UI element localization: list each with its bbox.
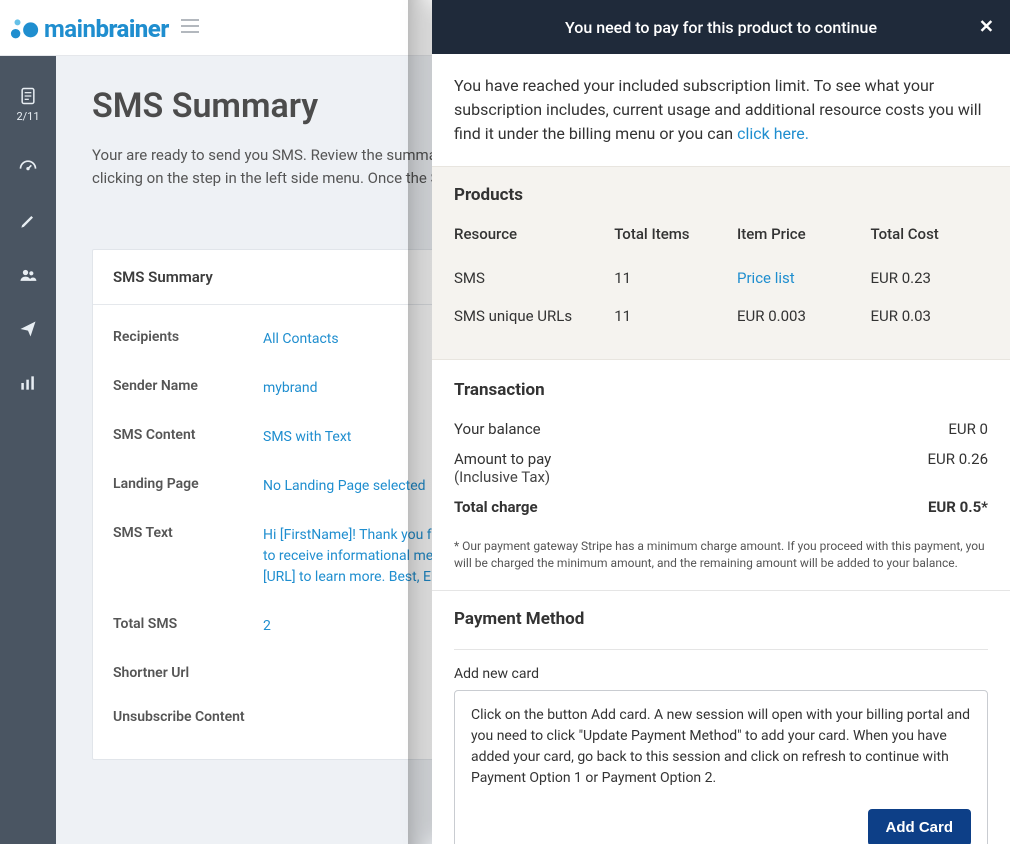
balance-label: Your balance [454, 420, 541, 438]
tx-row-amount: Amount to pay (Inclusive Tax) EUR 0.26 [454, 444, 988, 492]
cell-resource: SMS unique URLs [454, 297, 614, 335]
tx-row-balance: Your balance EUR 0 [454, 414, 988, 444]
payment-heading: Payment Method [454, 609, 988, 629]
modal-title: You need to pay for this product to cont… [565, 18, 877, 37]
bar-chart-icon [18, 373, 38, 393]
logo[interactable]: mainbrainer [10, 13, 169, 43]
value-landing[interactable]: No Landing Page selected [263, 476, 426, 497]
modal-header: You need to pay for this product to cont… [432, 0, 1010, 54]
col-resource: Resource [454, 219, 614, 259]
product-row: SMS 11 Price list EUR 0.23 [454, 259, 988, 297]
sidebar-item-send[interactable] [0, 319, 56, 339]
sidebar-item-edit[interactable] [0, 211, 56, 231]
price-list-link[interactable]: Price list [737, 269, 795, 287]
value-content[interactable]: SMS with Text [263, 427, 351, 448]
label-total: Total SMS [113, 616, 263, 637]
products-table: Resource Total Items Item Price Total Co… [454, 219, 988, 335]
cell-items: 11 [614, 259, 737, 297]
cell-items: 11 [614, 297, 737, 335]
notice-text: You have reached your included subscript… [454, 76, 982, 143]
tx-row-total: Total charge EUR 0.5* [454, 492, 988, 522]
pencil-icon [18, 211, 38, 231]
add-card-box: Click on the button Add card. A new sess… [454, 690, 988, 844]
paper-plane-icon [18, 319, 38, 339]
sidebar-step-progress[interactable]: 2/11 [0, 86, 56, 123]
balance-value: EUR 0 [948, 420, 988, 438]
value-sender[interactable]: mybrand [263, 378, 317, 399]
col-cost: Total Cost [871, 219, 989, 259]
cell-price: EUR 0.003 [737, 297, 871, 335]
label-recipients: Recipients [113, 329, 263, 350]
label-sender: Sender Name [113, 378, 263, 399]
products-block: Products Resource Total Items Item Price… [432, 166, 1010, 360]
value-total[interactable]: 2 [263, 616, 271, 637]
modal-notice: You have reached your included subscript… [432, 54, 1010, 166]
payment-block: Payment Method Add new card Click on the… [432, 591, 1010, 844]
products-heading: Products [454, 185, 988, 205]
amount-value: EUR 0.26 [928, 450, 988, 486]
modal-close-button[interactable]: ✕ [979, 17, 994, 38]
sidebar-item-contacts[interactable] [0, 265, 56, 285]
left-sidebar: 2/11 [0, 56, 56, 844]
menu-icon[interactable] [181, 19, 199, 37]
sidebar-item-dashboard[interactable] [0, 157, 56, 177]
label-text: SMS Text [113, 525, 263, 588]
total-value: EUR 0.5* [928, 498, 988, 516]
label-landing: Landing Page [113, 476, 263, 497]
total-label: Total charge [454, 498, 538, 516]
cell-resource: SMS [454, 259, 614, 297]
logo-text: mainbrainer [44, 15, 169, 43]
value-recipients[interactable]: All Contacts [263, 329, 339, 350]
product-row: SMS unique URLs 11 EUR 0.003 EUR 0.03 [454, 297, 988, 335]
label-content: SMS Content [113, 427, 263, 448]
col-items: Total Items [614, 219, 737, 259]
transaction-heading: Transaction [454, 380, 988, 400]
cell-cost: EUR 0.03 [871, 297, 989, 335]
gauge-icon [18, 157, 38, 177]
add-card-button[interactable]: Add Card [868, 809, 972, 844]
logo-mark-icon [10, 13, 40, 43]
sidebar-progress-label: 2/11 [16, 110, 39, 123]
sidebar-item-reports[interactable] [0, 373, 56, 393]
add-new-card-label: Add new card [454, 649, 988, 682]
col-price: Item Price [737, 219, 871, 259]
payment-modal: You need to pay for this product to cont… [432, 0, 1010, 844]
cell-cost: EUR 0.23 [871, 259, 989, 297]
amount-label: Amount to pay [454, 450, 551, 468]
add-card-text: Click on the button Add card. A new sess… [471, 705, 971, 789]
label-shortner: Shortner Url [113, 665, 263, 681]
label-unsub: Unsubscribe Content [113, 709, 263, 725]
modal-body: You have reached your included subscript… [432, 54, 1010, 844]
users-icon [18, 265, 38, 285]
amount-sublabel: (Inclusive Tax) [454, 468, 551, 486]
transaction-block: Transaction Your balance EUR 0 Amount to… [432, 360, 1010, 591]
close-icon: ✕ [979, 17, 994, 38]
clipboard-icon [18, 86, 38, 106]
notice-link[interactable]: click here. [737, 124, 809, 143]
transaction-disclaimer: * Our payment gateway Stripe has a minim… [454, 538, 988, 572]
